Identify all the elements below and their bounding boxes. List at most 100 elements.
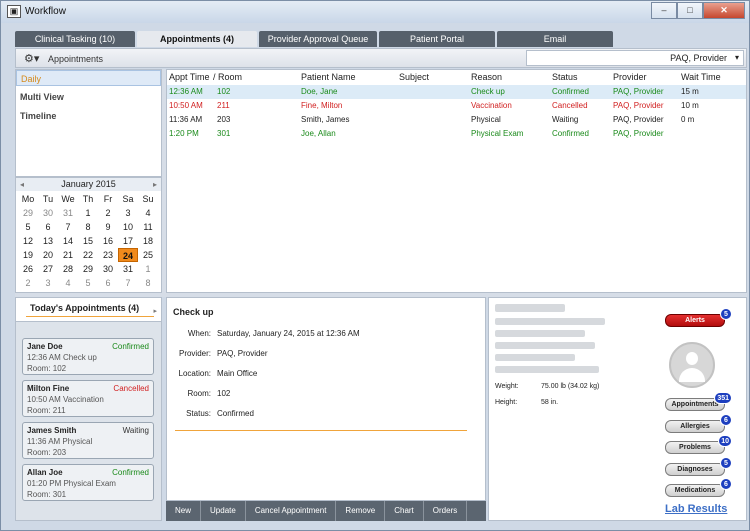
calendar-day[interactable]: 9 (98, 220, 118, 234)
calendar-day[interactable]: 7 (58, 220, 78, 234)
new-button[interactable]: New (166, 501, 202, 521)
calendar-day[interactable]: 4 (58, 276, 78, 290)
calendar-day[interactable]: 21 (58, 248, 78, 262)
calendar-day[interactable]: 24 (118, 248, 138, 262)
calendar-day[interactable]: 15 (78, 234, 98, 248)
remove-button[interactable]: Remove (336, 501, 386, 521)
calendar-day[interactable]: 3 (118, 206, 138, 220)
medications-button[interactable]: Medications 6 (665, 478, 732, 497)
calendar-day[interactable]: 31 (58, 206, 78, 220)
maximize-button[interactable]: □ (677, 2, 703, 19)
table-row[interactable]: 10:50 AM 211 Fine, Milton Vaccination Cancel… (167, 99, 746, 113)
card-room: Room: 301 (27, 490, 67, 499)
tab-appointments[interactable]: Appointments (4) (137, 31, 257, 47)
detail-title: Check up (173, 307, 214, 317)
cancel-appointment-button[interactable]: Cancel Appointment (246, 501, 337, 521)
appointment-card[interactable]: James Smith Waiting 11:36 AM Physical Room:… (22, 422, 154, 459)
col-appt-time[interactable]: Appt Time (169, 72, 210, 82)
chart-button[interactable]: Chart (385, 501, 424, 521)
card-name: Allan Joe (27, 468, 63, 477)
col-provider[interactable]: Provider (613, 72, 647, 82)
calendar-day[interactable]: 25 (138, 248, 158, 262)
card-status: Waiting (122, 426, 149, 435)
allergies-button[interactable]: Allergies 6 (665, 414, 732, 433)
table-row[interactable]: 12:36 AM 102 Doe, Jane Check up Confirmed PAQ… (167, 85, 746, 99)
detail-field-label: Location: (178, 369, 211, 378)
calendar-day[interactable]: 1 (78, 206, 98, 220)
calendar-day[interactable]: 18 (138, 234, 158, 248)
calendar-day[interactable]: 2 (98, 206, 118, 220)
calendar-day[interactable]: 27 (38, 262, 58, 276)
lab-results-link[interactable]: Lab Results (665, 503, 727, 515)
cell-provider: PAQ, Provider (613, 87, 664, 96)
col-wait-time[interactable]: Wait Time (681, 72, 721, 82)
table-row[interactable]: 11:36 AM 203 Smith, James Physical Waiting PA… (167, 113, 746, 127)
calendar-day[interactable]: 8 (78, 220, 98, 234)
appointment-card[interactable]: Milton Fine Cancelled 10:50 AM Vaccination… (22, 380, 154, 417)
appointment-detail: Check up When: Saturday, January 24, 2015… (166, 297, 486, 501)
calendar-day[interactable]: 23 (98, 248, 118, 262)
calendar-day[interactable]: 20 (38, 248, 58, 262)
calendar-day[interactable]: 6 (38, 220, 58, 234)
table-row[interactable]: 1:20 PM 301 Joe, Allan Physical Exam Confirm… (167, 127, 746, 141)
calendar-day[interactable]: 14 (58, 234, 78, 248)
calendar-day[interactable]: 1 (138, 262, 158, 276)
cell-name: Joe, Allan (301, 129, 336, 138)
update-button[interactable]: Update (201, 501, 246, 521)
calendar-day[interactable]: 12 (18, 234, 38, 248)
gear-icon[interactable]: ⚙▾ (24, 52, 39, 65)
nav-timeline[interactable]: Timeline (16, 108, 161, 124)
calendar-day[interactable]: 19 (18, 248, 38, 262)
expand-arrow-icon[interactable]: ▸ (153, 307, 157, 315)
calendar-day[interactable]: 2 (18, 276, 38, 290)
calendar-day[interactable]: 4 (138, 206, 158, 220)
calendar-day[interactable]: 11 (138, 220, 158, 234)
cell-time: 11:36 AM (169, 115, 203, 124)
provider-select[interactable]: PAQ, Provider ▾ (526, 50, 744, 66)
close-button[interactable]: ✕ (703, 2, 745, 19)
tab-email[interactable]: Email (497, 31, 613, 47)
detail-field-label: Status: (186, 409, 211, 418)
nav-daily[interactable]: Daily (16, 70, 161, 86)
problems-button[interactable]: Problems 10 (665, 435, 732, 454)
col-status[interactable]: Status (552, 72, 578, 82)
main-tabs: Clinical Tasking (10) Appointments (4) P… (15, 31, 615, 47)
tab-patient-portal[interactable]: Patient Portal (379, 31, 495, 47)
appointments-button[interactable]: Appointments 351 (665, 392, 732, 411)
calendar-day[interactable]: 5 (18, 220, 38, 234)
calendar-day[interactable]: 13 (38, 234, 58, 248)
calendar-day[interactable]: 10 (118, 220, 138, 234)
calendar-day[interactable]: 6 (98, 276, 118, 290)
calendar-day[interactable]: 29 (78, 262, 98, 276)
col-subject[interactable]: Subject (399, 72, 429, 82)
tab-clinical-tasking[interactable]: Clinical Tasking (10) (15, 31, 135, 47)
appointment-card[interactable]: Allan Joe Confirmed 01:20 PM Physical Exam… (22, 464, 154, 501)
nav-multi-view[interactable]: Multi View (16, 89, 161, 105)
redacted-text (495, 318, 605, 325)
calendar-day[interactable]: 8 (138, 276, 158, 290)
calendar-day[interactable]: 17 (118, 234, 138, 248)
col-reason[interactable]: Reason (471, 72, 502, 82)
calendar-day[interactable]: 7 (118, 276, 138, 290)
alerts-button[interactable]: Alerts 5 (665, 308, 732, 327)
next-month-icon[interactable]: ▸ (153, 178, 157, 191)
calendar-day[interactable]: 30 (98, 262, 118, 276)
diagnoses-button[interactable]: Diagnoses 5 (665, 457, 732, 476)
col-room[interactable]: / Room (213, 72, 242, 82)
calendar-day[interactable]: 26 (18, 262, 38, 276)
calendar-day[interactable]: 22 (78, 248, 98, 262)
calendar-day[interactable]: 5 (78, 276, 98, 290)
tab-provider-approval-queue[interactable]: Provider Approval Queue (259, 31, 377, 47)
calendar-day[interactable]: 31 (118, 262, 138, 276)
col-patient-name[interactable]: Patient Name (301, 72, 356, 82)
minimize-button[interactable]: – (651, 2, 677, 19)
calendar-day[interactable]: 28 (58, 262, 78, 276)
calendar-day[interactable]: 3 (38, 276, 58, 290)
calendar-day[interactable]: 30 (38, 206, 58, 220)
calendar-day[interactable]: 29 (18, 206, 38, 220)
orders-button[interactable]: Orders (424, 501, 468, 521)
appointments-label: Appointments (48, 54, 104, 64)
appointment-card[interactable]: Jane Doe Confirmed 12:36 AM Check up Room: … (22, 338, 154, 375)
calendar-day[interactable]: 16 (98, 234, 118, 248)
prev-month-icon[interactable]: ◂ (20, 178, 24, 191)
